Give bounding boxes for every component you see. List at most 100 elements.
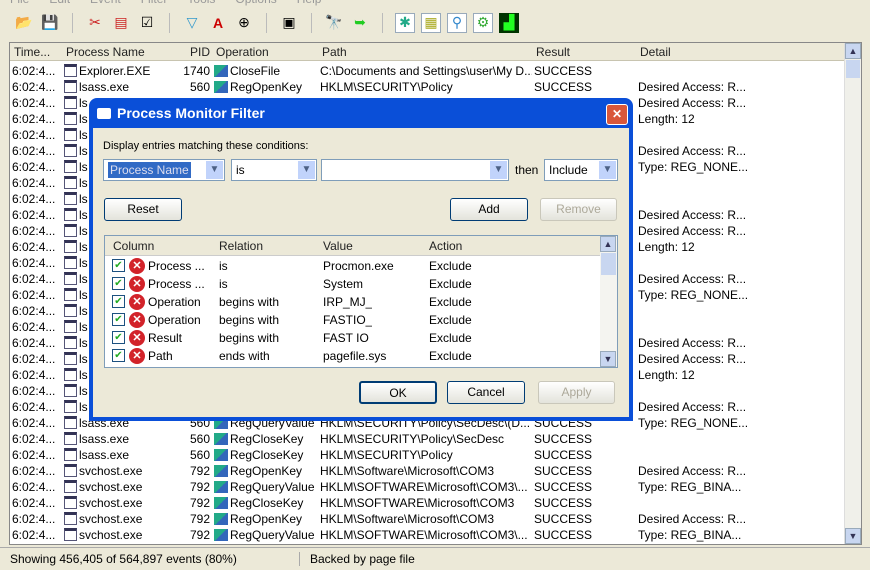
cell-text: Type: REG_NONE... bbox=[638, 160, 749, 174]
cell-text: svchost.exe bbox=[79, 512, 143, 526]
filter-column-header[interactable]: Action bbox=[429, 239, 462, 253]
scroll-thumb[interactable] bbox=[601, 253, 616, 275]
highlight-icon[interactable]: A bbox=[208, 13, 228, 33]
filter-scrollbar[interactable]: ▲ ▼ bbox=[600, 236, 617, 367]
chevron-down-icon: ▼ bbox=[298, 161, 315, 179]
save-icon[interactable]: 💾 bbox=[40, 13, 60, 33]
filter-row[interactable]: ✔ ✕ Path ends with pagefile.sys Exclude bbox=[105, 347, 601, 365]
filter-checkbox[interactable]: ✔ bbox=[112, 331, 125, 344]
column-header[interactable]: Operation bbox=[216, 45, 269, 59]
table-row[interactable]: 6:02:4... svchost.exe 792 RegQueryValue HKLM… bbox=[10, 527, 846, 543]
profiling-icon[interactable]: ▟ bbox=[499, 12, 519, 33]
column-header[interactable]: Detail bbox=[640, 45, 671, 59]
cell-text: 6:02:4... bbox=[12, 368, 56, 382]
cell-text: Desired Access: R... bbox=[638, 272, 747, 286]
open-icon[interactable]: 📂 bbox=[14, 13, 34, 33]
cell-text: Desired Access: R... bbox=[638, 208, 747, 222]
cell-result: SUCCESS bbox=[534, 64, 634, 78]
cell-text: 6:02:4... bbox=[12, 112, 56, 126]
action-select[interactable]: Include ▼ bbox=[544, 159, 618, 181]
cell-text: 6:02:4... bbox=[12, 304, 56, 318]
filter-checkbox[interactable]: ✔ bbox=[112, 295, 125, 308]
filesystem-activity-icon[interactable]: ▦ bbox=[421, 12, 441, 33]
table-row[interactable]: 6:02:4... lsass.exe 560 RegCloseKey HKLM\SEC… bbox=[10, 431, 846, 447]
cell-time: 6:02:4... bbox=[12, 400, 62, 414]
filter-column-header[interactable]: Relation bbox=[219, 239, 263, 253]
autoscroll-icon[interactable]: ▤ bbox=[111, 13, 131, 33]
column-header[interactable]: Process Name bbox=[66, 45, 145, 59]
table-row[interactable]: 6:02:4... Explorer.EXE 1740 CloseFile C:\Doc… bbox=[10, 63, 846, 79]
table-row[interactable]: 6:02:4... svchost.exe 792 RegOpenKey HKLM\So… bbox=[10, 511, 846, 527]
process-icon bbox=[64, 176, 77, 189]
jump-to-icon[interactable]: ➥ bbox=[350, 13, 370, 33]
registry-activity-icon[interactable]: ✱ bbox=[395, 12, 415, 33]
table-row[interactable]: 6:02:4... lsass.exe 560 RegOpenKey HKLM\SECU… bbox=[10, 79, 846, 95]
filter-column-header[interactable]: Value bbox=[323, 239, 353, 253]
cell-result: SUCCESS bbox=[534, 80, 634, 94]
cell-pid: 560 bbox=[182, 80, 210, 94]
apply-button[interactable]: Apply bbox=[538, 381, 615, 404]
cell-detail: Type: REG_BINA... bbox=[638, 480, 838, 494]
scroll-up-icon[interactable]: ▲ bbox=[600, 236, 616, 252]
close-button[interactable]: ✕ bbox=[606, 104, 628, 125]
network-activity-icon[interactable]: ⚲ bbox=[447, 12, 467, 33]
cell-pid: 792 bbox=[182, 480, 210, 494]
table-row[interactable]: 6:02:4... lsass.exe 560 RegCloseKey HKLM\SEC… bbox=[10, 447, 846, 463]
process-activity-icon[interactable]: ⚙ bbox=[473, 12, 493, 33]
filter-checkbox[interactable]: ✔ bbox=[112, 259, 125, 272]
scroll-down-icon[interactable]: ▼ bbox=[600, 351, 616, 367]
cell-text: SUCCESS bbox=[534, 496, 593, 510]
cell-text: ls bbox=[79, 128, 88, 142]
filter-row[interactable]: ✔ ✕ Operation begins with FASTIO_ Exclude bbox=[105, 311, 601, 329]
cell-text: ls bbox=[79, 336, 88, 350]
add-button[interactable]: Add bbox=[450, 198, 528, 221]
table-row[interactable]: 6:02:4... svchost.exe 792 RegOpenKey HKLM\So… bbox=[10, 463, 846, 479]
cell-text: Desired Access: R... bbox=[638, 96, 747, 110]
column-header[interactable]: Result bbox=[536, 45, 570, 59]
cell-text: 6:02:4... bbox=[12, 240, 56, 254]
ok-button[interactable]: OK bbox=[359, 381, 437, 404]
cell-text: ls bbox=[79, 400, 88, 414]
table-row[interactable]: 6:02:4... svchost.exe 792 RegCloseKey HKLM\S… bbox=[10, 495, 846, 511]
operation-icon bbox=[214, 81, 228, 93]
filter-row[interactable]: ✔ ✕ Result begins with FAST IO Exclude bbox=[105, 329, 601, 347]
include-process-icon[interactable]: ⊕ bbox=[234, 13, 254, 33]
reset-button[interactable]: Reset bbox=[104, 198, 182, 221]
column-header[interactable]: Time... bbox=[14, 45, 50, 59]
column-header[interactable]: Path bbox=[322, 45, 347, 59]
scroll-thumb[interactable] bbox=[846, 60, 860, 78]
value-select[interactable]: ▼ bbox=[321, 159, 509, 181]
table-row[interactable]: 6:02:4... svchost.exe 792 RegQueryValue HKLM… bbox=[10, 479, 846, 495]
cell-text: HKLM\SECURITY\Policy bbox=[320, 80, 453, 94]
cell-text: C:\Documents and Settings\user\My D... bbox=[320, 64, 532, 78]
filter-list[interactable]: Column Relation Value Action ✔ ✕ Process ... i… bbox=[104, 235, 618, 368]
cell-path: HKLM\SECURITY\Policy bbox=[320, 80, 532, 94]
filter-row[interactable]: ✔ ✕ Process ... is System Exclude bbox=[105, 275, 601, 293]
find-icon[interactable]: 🔭 bbox=[324, 13, 344, 33]
process-icon bbox=[64, 272, 77, 285]
filter-column-header[interactable]: Column bbox=[113, 239, 154, 253]
cell-op: RegCloseKey bbox=[214, 432, 318, 446]
filter-checkbox[interactable]: ✔ bbox=[112, 349, 125, 362]
filter-checkbox[interactable]: ✔ bbox=[112, 277, 125, 290]
remove-button[interactable]: Remove bbox=[540, 198, 617, 221]
cell-text: 560 bbox=[189, 432, 210, 446]
filter-row[interactable]: ✔ ✕ Operation begins with IRP_MJ_ Exclude bbox=[105, 293, 601, 311]
process-icon bbox=[64, 368, 77, 381]
column-header[interactable]: PID bbox=[190, 45, 210, 59]
clear-icon[interactable]: ☑ bbox=[137, 13, 157, 33]
scroll-down-icon[interactable]: ▼ bbox=[845, 528, 861, 544]
filter-checkbox[interactable]: ✔ bbox=[112, 313, 125, 326]
cell-text: HKLM\SECURITY\Policy bbox=[320, 448, 453, 462]
filter-row[interactable]: ✔ ✕ Process ... is Procmon.exe Exclude bbox=[105, 257, 601, 275]
scroll-up-icon[interactable]: ▲ bbox=[845, 43, 861, 59]
cancel-button[interactable]: Cancel bbox=[447, 381, 525, 404]
cell-detail: Desired Access: R... bbox=[638, 336, 838, 350]
relation-select[interactable]: is ▼ bbox=[231, 159, 317, 181]
process-tree-icon[interactable]: ▣ bbox=[279, 13, 299, 33]
filter-icon[interactable]: ▽ bbox=[182, 13, 202, 33]
dialog-titlebar[interactable]: Process Monitor Filter bbox=[93, 98, 629, 128]
capture-icon[interactable]: ✂ bbox=[85, 13, 105, 33]
column-select[interactable]: Process Name ▼ bbox=[103, 159, 225, 181]
vertical-scrollbar[interactable]: ▲ ▼ bbox=[844, 43, 861, 544]
